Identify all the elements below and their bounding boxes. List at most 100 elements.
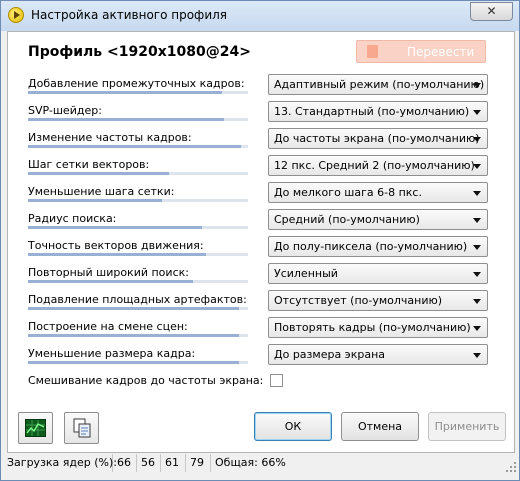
window-title: Настройка активного профиля xyxy=(31,8,228,22)
select-value: Усиленный xyxy=(274,267,338,280)
close-button[interactable]: ✕ xyxy=(470,2,513,21)
frame-rate-select[interactable]: До частоты экрана (по-умолчанию) xyxy=(268,128,488,149)
setting-level-bar xyxy=(28,226,248,229)
setting-label: Смешивание кадров до частоты экрана: xyxy=(28,374,264,387)
setting-label: Уменьшение шага сетки: xyxy=(28,185,175,198)
select-value: 13. Стандартный (по-умолчанию) xyxy=(274,105,470,118)
setting-level-bar xyxy=(28,91,248,94)
total-load: Общая: 66% xyxy=(215,456,286,469)
select-value: До полу-пиксела (по-умолчанию) xyxy=(274,240,468,253)
select-value: Средний (по-умолчанию) xyxy=(274,213,420,226)
setting-level-fill xyxy=(28,145,242,148)
core-load-value: 79 xyxy=(186,454,211,472)
setting-label: Повторный широкий поиск: xyxy=(28,266,189,279)
profile-panel: Профиль <1920x1080@24> Перевести Добавле… xyxy=(7,31,515,453)
setting-level-fill xyxy=(28,226,202,229)
setting-level-fill xyxy=(28,307,240,310)
setting-row-frame-interpolation: Добавление промежуточных кадров: Адаптив… xyxy=(28,72,508,99)
select-value: Повторять кадры (по-умолчанию) xyxy=(274,321,471,334)
setting-row-svp-shader: SVP-шейдер: 13. Стандартный (по-умолчани… xyxy=(28,99,508,126)
scene-change-select[interactable]: Повторять кадры (по-умолчанию) xyxy=(268,317,488,338)
setting-label: Изменение частоты кадров: xyxy=(28,131,192,144)
setting-label: Уменьшение размера кадра: xyxy=(28,347,196,360)
setting-level-bar xyxy=(28,199,248,202)
copy-profile-icon xyxy=(73,418,91,438)
copy-profile-button[interactable] xyxy=(64,412,99,444)
select-value: 12 пкс. Средний 2 (по-умолчанию) xyxy=(274,159,475,172)
setting-level-bar xyxy=(28,145,248,148)
graph-button[interactable] xyxy=(18,412,53,444)
setting-row-frame-blending: Смешивание кадров до частоты экрана: xyxy=(28,369,508,396)
core-load-value: 66 xyxy=(113,454,137,472)
setting-level-fill xyxy=(28,118,224,121)
setting-row-grid-reduction: Уменьшение шага сетки: До мелкого шага 6… xyxy=(28,180,508,207)
chevron-down-icon xyxy=(473,110,481,115)
select-value: До размера экрана xyxy=(274,348,386,361)
setting-level-fill xyxy=(28,172,169,175)
translate-label: Перевести xyxy=(407,45,475,59)
setting-level-bar xyxy=(28,172,248,175)
chevron-down-icon xyxy=(473,191,481,196)
chevron-down-icon xyxy=(473,137,481,142)
setting-row-scene-change: Построение на смене сцен: Повторять кадр… xyxy=(28,315,508,342)
setting-label: Добавление промежуточных кадров: xyxy=(28,77,245,90)
setting-level-fill xyxy=(28,199,163,202)
cancel-button[interactable]: Отмена xyxy=(341,412,419,441)
resize-grip-icon[interactable] xyxy=(505,461,517,473)
vector-grid-select[interactable]: 12 пкс. Средний 2 (по-умолчанию) xyxy=(268,155,488,176)
setting-level-fill xyxy=(28,91,222,94)
setting-row-frame-size: Уменьшение размера кадра: До размера экр… xyxy=(28,342,508,369)
setting-label: Радиус поиска: xyxy=(28,212,117,225)
vector-precision-select[interactable]: До полу-пиксела (по-умолчанию) xyxy=(268,236,488,257)
setting-level-bar xyxy=(28,334,248,337)
chevron-down-icon xyxy=(473,83,481,88)
chevron-down-icon xyxy=(473,272,481,277)
apply-button[interactable]: Применить xyxy=(428,412,506,441)
wide-search-select[interactable]: Усиленный xyxy=(268,263,488,284)
artifact-masking-select[interactable]: Отсутствует (по-умолчанию) xyxy=(268,290,488,311)
chevron-down-icon xyxy=(473,164,481,169)
cores-load-label: Загрузка ядер (%): xyxy=(3,454,117,472)
setting-label: Шаг сетки векторов: xyxy=(28,158,150,171)
frame-size-select[interactable]: До размера экрана xyxy=(268,344,488,365)
frame-blending-checkbox[interactable] xyxy=(270,374,283,387)
core-load-value: 61 xyxy=(161,454,186,472)
settings-window: Настройка активного профиля ✕ Профиль <1… xyxy=(0,0,520,481)
setting-label: Построение на смене сцен: xyxy=(28,320,188,333)
setting-row-vector-grid: Шаг сетки векторов: 12 пкс. Средний 2 (п… xyxy=(28,153,508,180)
search-radius-select[interactable]: Средний (по-умолчанию) xyxy=(268,209,488,230)
select-value: До частоты экрана (по-умолчанию) xyxy=(274,132,480,145)
setting-label: Подавление площадных артефактов: xyxy=(28,293,247,306)
select-value: Отсутствует (по-умолчанию) xyxy=(274,294,443,307)
setting-level-bar xyxy=(28,118,248,121)
grid-reduction-select[interactable]: До мелкого шага 6-8 пкс. xyxy=(268,182,488,203)
svp-shader-select[interactable]: 13. Стандартный (по-умолчанию) xyxy=(268,101,488,122)
core-load-value: 56 xyxy=(137,454,161,472)
chevron-down-icon xyxy=(473,299,481,304)
graph-icon xyxy=(25,419,46,437)
translate-button[interactable]: Перевести xyxy=(356,40,486,63)
setting-level-fill xyxy=(28,334,240,337)
setting-level-fill xyxy=(28,280,193,283)
setting-level-fill xyxy=(28,253,207,256)
chevron-down-icon xyxy=(473,218,481,223)
setting-level-bar xyxy=(28,253,248,256)
setting-row-frame-rate: Изменение частоты кадров: До частоты экр… xyxy=(28,126,508,153)
chevron-down-icon xyxy=(473,353,481,358)
setting-level-bar xyxy=(28,361,248,364)
setting-row-vector-precision: Точность векторов движения: До полу-пикс… xyxy=(28,234,508,261)
select-value: Адаптивный режим (по-умолчанию) xyxy=(274,78,485,91)
profile-title: Профиль <1920x1080@24> xyxy=(28,44,251,60)
ok-button[interactable]: ОК xyxy=(254,412,332,441)
setting-row-search-radius: Радиус поиска: Средний (по-умолчанию) xyxy=(28,207,508,234)
translate-icon xyxy=(367,45,378,58)
setting-level-bar xyxy=(28,280,248,283)
setting-level-fill xyxy=(28,361,240,364)
chevron-down-icon xyxy=(473,245,481,250)
setting-label: SVP-шейдер: xyxy=(28,104,102,117)
select-value: До мелкого шага 6-8 пкс. xyxy=(274,186,422,199)
chevron-down-icon xyxy=(473,326,481,331)
frame-interpolation-select[interactable]: Адаптивный режим (по-умолчанию) xyxy=(268,74,488,95)
setting-label: Точность векторов движения: xyxy=(28,239,204,252)
setting-level-bar xyxy=(28,307,248,310)
